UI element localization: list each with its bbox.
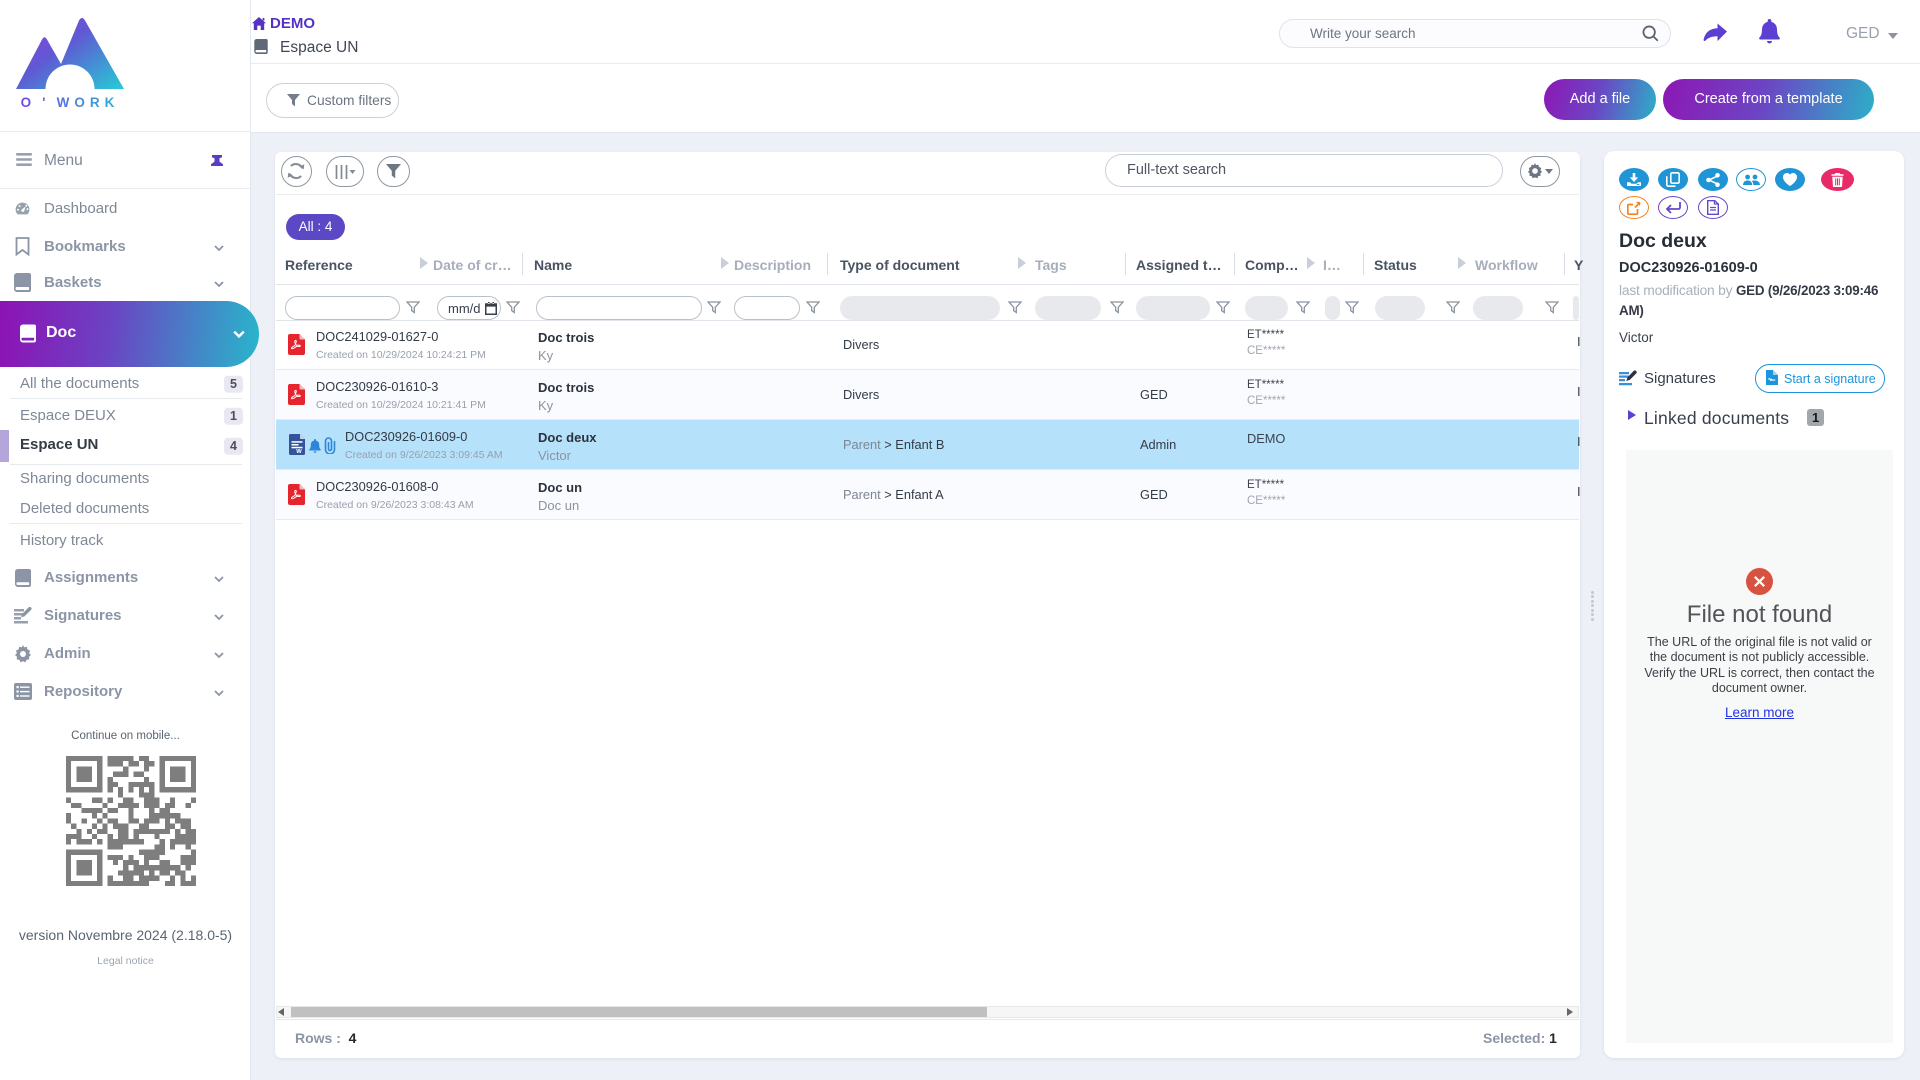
svg-text:w: w (295, 448, 302, 455)
